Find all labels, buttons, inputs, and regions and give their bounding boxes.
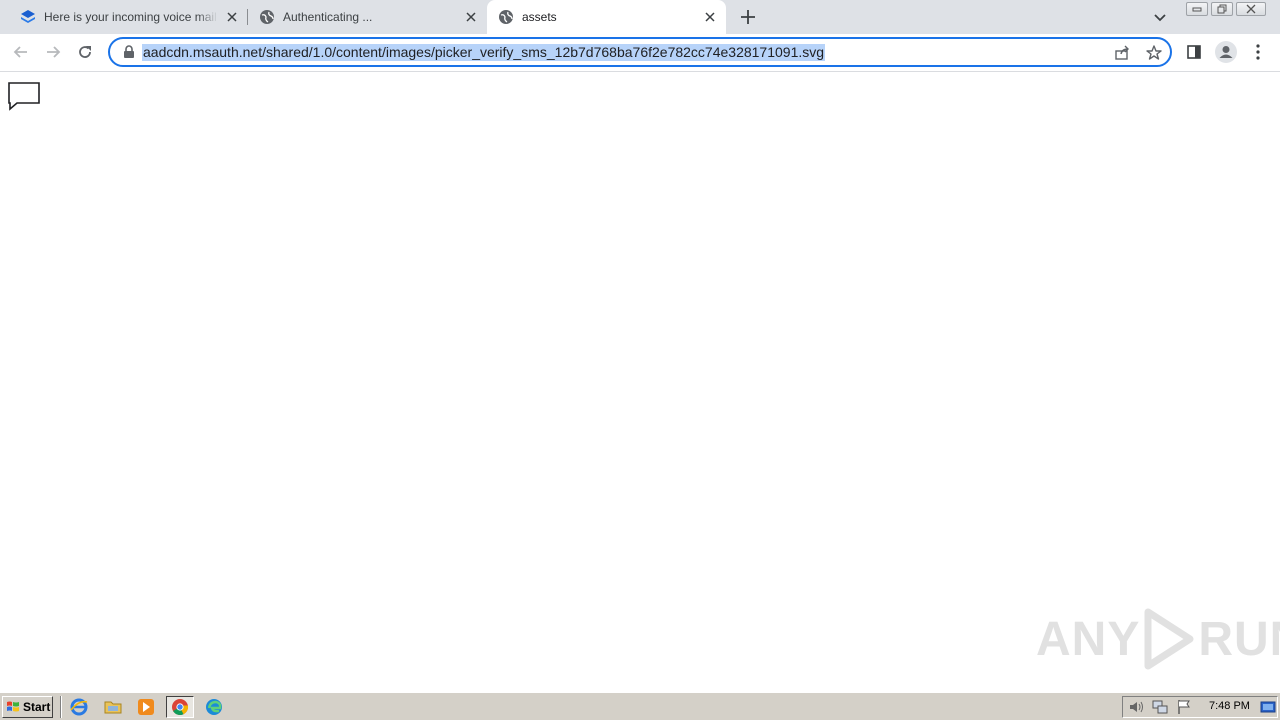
profile-button[interactable] (1215, 41, 1237, 63)
layers-icon (21, 10, 35, 23)
reload-icon (79, 46, 91, 58)
bookmark-button[interactable] (1145, 44, 1163, 62)
show-desktop-icon[interactable] (1260, 699, 1276, 715)
taskbar-divider (60, 696, 62, 718)
tab-title: assets (522, 10, 557, 24)
close-icon[interactable] (463, 9, 479, 25)
media-player-icon[interactable] (137, 698, 155, 716)
taskbar: Start 7:48 PM (0, 692, 1280, 720)
back-button[interactable] (12, 43, 30, 61)
minimize-button[interactable] (1186, 2, 1208, 16)
start-label: Start (23, 700, 51, 714)
arrow-right-icon (47, 46, 61, 58)
tab-title: Here is your incoming voice mail info (44, 10, 218, 24)
globe-icon (260, 10, 274, 24)
kebab-menu-icon (1256, 44, 1260, 60)
close-icon[interactable] (224, 9, 240, 25)
browser-toolbar: aadcdn.msauth.net/shared/1.0/content/ima… (0, 34, 1280, 72)
new-tab-button[interactable] (738, 7, 758, 27)
menu-button[interactable] (1249, 43, 1267, 61)
arrow-left-icon (13, 46, 27, 58)
system-tray: 7:48 PM (1122, 696, 1278, 718)
plus-icon (741, 10, 755, 24)
close-icon[interactable] (702, 9, 718, 25)
folder-icon[interactable] (104, 698, 122, 716)
lock-icon[interactable] (122, 45, 136, 59)
close-window-button[interactable] (1236, 2, 1266, 16)
tab-title: Authenticating ... (283, 10, 373, 24)
avatar-icon (1215, 41, 1237, 63)
watermark-left-text: ANY (1036, 612, 1141, 666)
clock[interactable]: 7:48 PM (1209, 700, 1250, 712)
tab-search-button[interactable] (1152, 9, 1168, 25)
globe-icon (499, 10, 513, 24)
edge-icon[interactable] (205, 698, 223, 716)
forward-button[interactable] (44, 43, 62, 61)
page-content: ANY RUN (0, 72, 1280, 692)
chrome-icon[interactable] (166, 696, 194, 718)
speech-bubble-icon (8, 82, 40, 111)
volume-icon[interactable] (1128, 699, 1144, 715)
share-button[interactable] (1113, 44, 1131, 62)
flag-icon[interactable] (1176, 699, 1192, 715)
share-icon (1115, 45, 1129, 60)
side-panel-icon (1187, 45, 1201, 59)
play-logo-icon (1144, 608, 1194, 670)
url-text[interactable]: aadcdn.msauth.net/shared/1.0/content/ima… (142, 44, 826, 61)
network-icon[interactable] (1152, 699, 1168, 715)
tab-assets[interactable]: assets (487, 0, 726, 34)
star-icon (1146, 45, 1162, 60)
restore-button[interactable] (1211, 2, 1233, 16)
tab-authenticating[interactable]: Authenticating ... (248, 0, 487, 34)
windows-flag-icon (7, 701, 19, 712)
restore-icon (1217, 4, 1227, 14)
tab-strip: Here is your incoming voice mail info Au… (0, 0, 1280, 34)
address-bar[interactable]: aadcdn.msauth.net/shared/1.0/content/ima… (108, 37, 1172, 67)
side-panel-button[interactable] (1185, 43, 1203, 61)
tab-voice-mail[interactable]: Here is your incoming voice mail info (0, 0, 248, 34)
start-button[interactable]: Start (2, 696, 53, 718)
chevron-down-icon (1154, 14, 1166, 22)
ie-icon[interactable] (70, 698, 88, 716)
window-controls (1183, 2, 1266, 16)
anyrun-watermark: ANY RUN (1036, 604, 1280, 674)
close-icon (1246, 4, 1256, 14)
watermark-right-text: RUN (1198, 612, 1280, 666)
minimize-icon (1192, 7, 1202, 12)
reload-button[interactable] (76, 43, 94, 61)
